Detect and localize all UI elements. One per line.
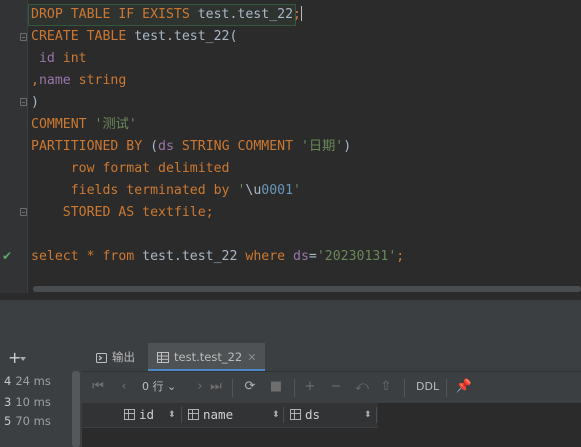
chevron-down-icon: ⌄	[163, 380, 177, 393]
code-line[interactable]: row format delimited	[31, 159, 230, 179]
column-header-ds[interactable]: ds	[290, 403, 320, 427]
code-token: id	[31, 51, 63, 66]
code-token: select * from	[31, 249, 143, 264]
code-token: (	[150, 139, 159, 154]
code-line[interactable]: fields terminated by '\u0001'	[31, 181, 301, 201]
code-token: )	[31, 95, 39, 110]
sql-editor[interactable]: ✔ DROP TABLE IF EXISTS test.test_22; CREA…	[0, 0, 581, 300]
execution-history-panel: + 4 24 ms 3 10 ms 5 70 ms	[0, 343, 82, 447]
tab-result-test-22[interactable]: test.test_22 ✕	[148, 343, 266, 371]
code-token: CREATE TABLE	[31, 29, 135, 44]
code-line[interactable]: COMMENT '测试'	[31, 115, 137, 135]
code-token: where	[245, 249, 294, 264]
fold-icon[interactable]	[20, 208, 27, 216]
sort-icon[interactable]: ⬍	[364, 403, 372, 427]
column-header-name[interactable]: name	[188, 403, 233, 427]
code-token: DROP TABLE IF EXISTS	[31, 7, 198, 22]
code-line[interactable]: select * from test.test_22 where ds='202…	[31, 247, 404, 267]
code-line[interactable]: ,name string	[31, 71, 126, 91]
last-page-icon[interactable]: ⏭	[206, 376, 226, 398]
check-icon: ✔	[2, 249, 13, 263]
results-toolbar: ⏮ ‹ 0 行 ⌄ › ⏭ ⟳ ■ + − ⤺ ⇧ DDL 📌	[82, 371, 581, 403]
table-icon	[157, 352, 169, 363]
code-token: name	[38, 73, 79, 88]
column-icon	[124, 409, 135, 420]
code-token: STORED AS textfile;	[31, 205, 214, 220]
close-icon[interactable]: ✕	[247, 351, 256, 364]
results-grid-header: id ⬍ name ⬍ ds ⬍	[82, 403, 378, 428]
code-token: test.test_22	[197, 7, 294, 22]
code-line[interactable]: )	[31, 93, 39, 113]
fold-icon[interactable]	[20, 33, 27, 41]
horizontal-scrollbar[interactable]	[33, 286, 581, 292]
code-token: 0001	[261, 183, 294, 198]
text-caret	[300, 6, 302, 21]
code-token: )	[343, 139, 352, 154]
history-item[interactable]: 3 10 ms	[4, 395, 51, 409]
code-token: '测试'	[94, 117, 137, 132]
code-token: \u	[245, 183, 262, 198]
editor-gutter: ✔	[0, 0, 27, 293]
code-token: string	[78, 73, 127, 88]
delete-row-icon[interactable]: −	[326, 376, 346, 398]
code-token: ds	[158, 139, 182, 154]
revert-icon[interactable]: ⤺	[352, 376, 372, 398]
code-token: int	[62, 51, 87, 66]
code-token: ,	[31, 73, 39, 88]
stop-icon[interactable]: ■	[266, 376, 286, 398]
first-page-icon[interactable]: ⏮	[88, 376, 108, 398]
refresh-icon[interactable]: ⟳	[240, 376, 260, 398]
code-line[interactable]: CREATE TABLE test.test_22(	[31, 27, 237, 47]
history-scrollbar[interactable]	[72, 371, 80, 447]
code-token: row format delimited	[31, 161, 230, 176]
chevron-down-icon[interactable]	[20, 357, 26, 361]
add-row-icon[interactable]: +	[300, 376, 320, 398]
code-line[interactable]: STORED AS textfile;	[31, 203, 214, 223]
code-token: ;	[293, 7, 301, 22]
sort-icon[interactable]: ⬍	[272, 403, 280, 427]
code-token: test.test_22	[142, 249, 246, 264]
code-token: STRING COMMENT	[181, 139, 301, 154]
code-token: COMMENT	[31, 117, 95, 132]
tab-output[interactable]: 输出	[96, 343, 135, 371]
pin-icon[interactable]: 📌	[454, 376, 474, 398]
code-line[interactable]: id int	[31, 49, 87, 69]
code-token: fields terminated by	[31, 183, 238, 198]
code-line[interactable]: DROP TABLE IF EXISTS test.test_22;	[31, 5, 302, 25]
code-token: test.test_22(	[134, 29, 238, 44]
code-line[interactable]: PARTITIONED BY (ds STRING COMMENT '日期')	[31, 137, 351, 157]
code-token: '20230131'	[316, 249, 397, 264]
ddl-button[interactable]: DDL	[416, 376, 439, 398]
fold-icon[interactable]	[20, 98, 27, 106]
console-icon	[96, 352, 107, 363]
results-tabs: 输出 test.test_22 ✕	[82, 343, 581, 371]
code-token: =	[308, 249, 317, 264]
submit-icon[interactable]: ⇧	[376, 376, 396, 398]
results-panel: 输出 test.test_22 ✕ ⏮ ‹ 0 行 ⌄ › ⏭ ⟳ ■ + − ⤺…	[82, 343, 581, 447]
column-header-id[interactable]: id	[124, 403, 154, 427]
code-token: ;	[396, 249, 405, 264]
history-item[interactable]: 4 24 ms	[4, 374, 51, 388]
row-count-dropdown[interactable]: 0 行 ⌄	[142, 376, 176, 398]
prev-page-icon[interactable]: ‹	[114, 376, 134, 398]
code-token: '	[293, 183, 301, 198]
column-icon	[290, 409, 301, 420]
code-token: PARTITIONED BY	[31, 139, 151, 154]
sort-icon[interactable]: ⬍	[168, 403, 176, 427]
code-token: ds	[293, 249, 309, 264]
panel-separator	[0, 300, 581, 343]
history-item[interactable]: 5 70 ms	[4, 414, 51, 428]
code-token: '日期'	[300, 139, 344, 154]
column-icon	[188, 409, 199, 420]
